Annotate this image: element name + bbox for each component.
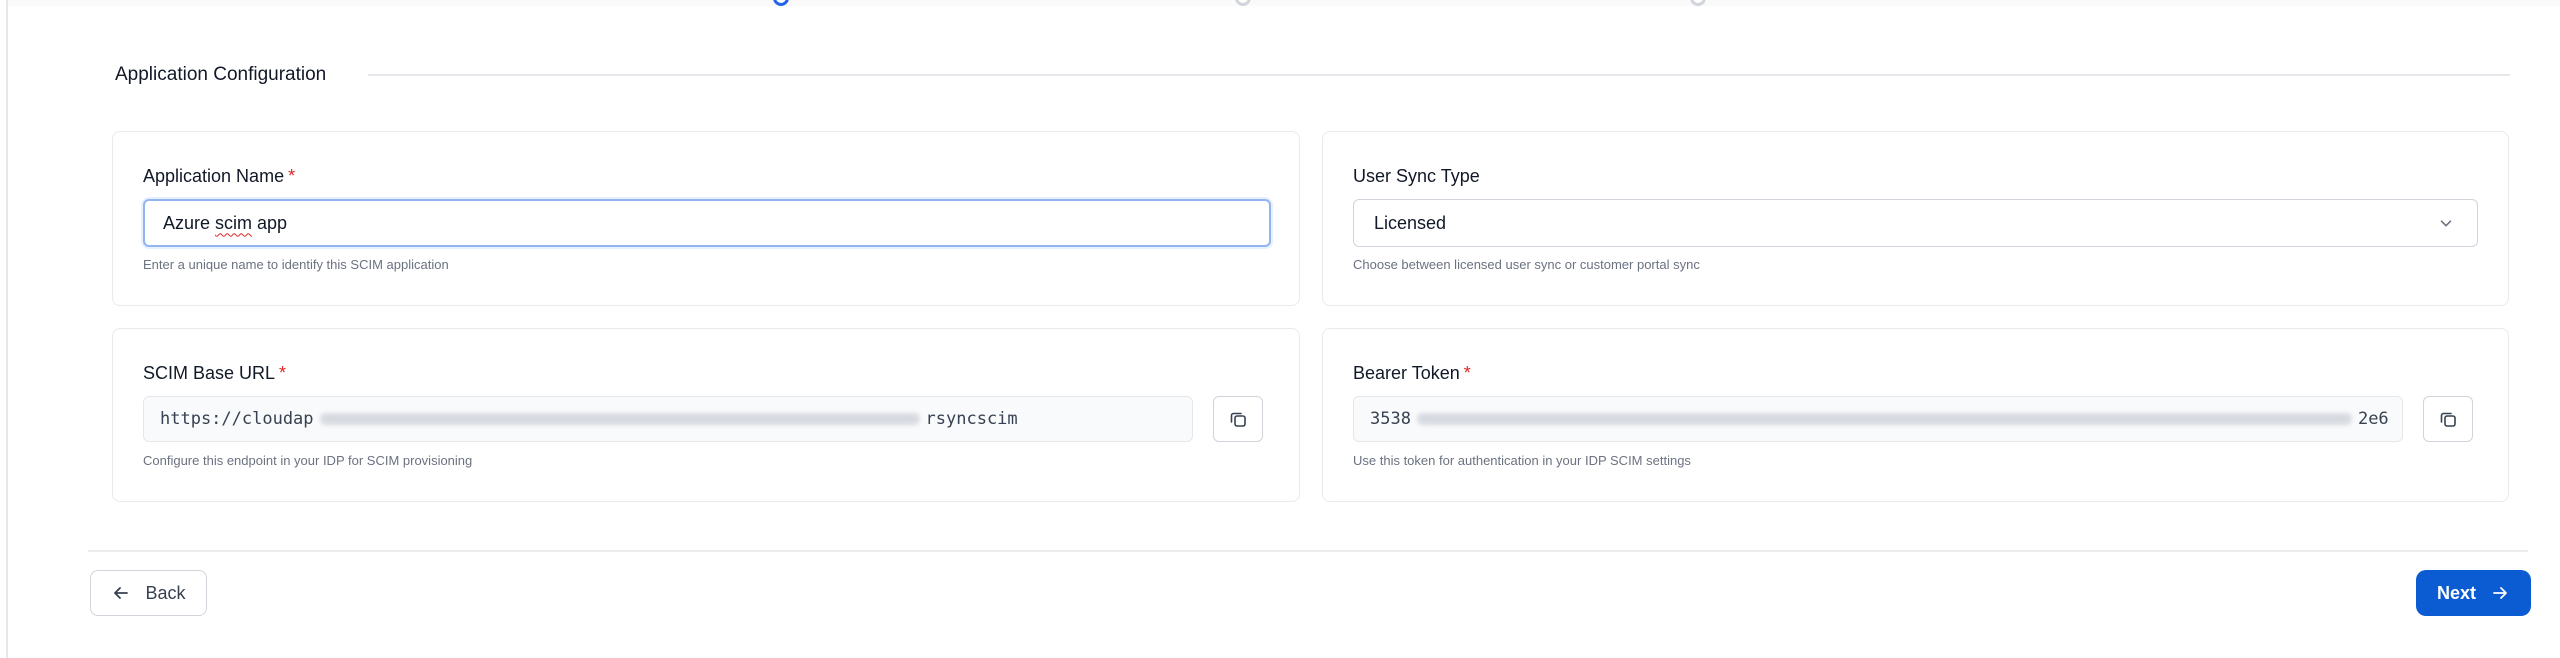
bearer-token-value-start: 3538: [1370, 409, 1411, 429]
bearer-token-label: Bearer Token *: [1353, 363, 1471, 384]
scim-base-url-helper: Configure this endpoint in your IDP for …: [143, 453, 473, 468]
arrow-right-icon: [2493, 587, 2507, 599]
user-sync-type-selected: Licensed: [1374, 212, 1447, 233]
user-sync-type-label: User Sync Type: [1353, 166, 1480, 186]
bearer-token-value-end: 2e6: [2357, 409, 2389, 429]
stepper-step-indicator: [773, 0, 789, 6]
redacted-text: [1416, 413, 2352, 425]
bearer-token-helper: Use this token for authentication in you…: [1353, 453, 1691, 468]
stepper-step-indicator: [1235, 0, 1251, 6]
copy-bearer-token-button[interactable]: [2423, 396, 2473, 442]
user-sync-type-helper: Choose between licensed user sync or cus…: [1353, 257, 1700, 272]
stepper-strip: [8, 0, 2560, 6]
bearer-token-label-text: Bearer Token: [1353, 363, 1460, 383]
application-name-label-text: Application Name: [143, 166, 285, 186]
scim-base-url-value-end: rsyncscim: [925, 409, 1018, 429]
scim-base-url-label-text: SCIM Base URL: [143, 363, 276, 383]
back-button-label: Back: [145, 582, 186, 603]
stepper-step-indicator: [1690, 0, 1706, 6]
required-marker: *: [279, 363, 287, 383]
back-button[interactable]: Back: [90, 570, 207, 616]
copy-icon: [2440, 412, 2456, 427]
scim-base-url-field[interactable]: https://cloudap rsyncscim: [143, 396, 1193, 442]
bearer-token-field[interactable]: 3538 2e6: [1353, 396, 2403, 442]
bearer-token-card: Bearer Token * 3538 2e6 Use this token fo…: [1322, 328, 2509, 502]
application-name-card: Application Name * Azure scim app Enter a…: [112, 131, 1300, 306]
copy-icon: [1230, 412, 1246, 427]
footer-divider: [88, 550, 2528, 552]
next-button-label: Next: [2436, 582, 2476, 603]
application-name-input[interactable]: Azure scim app: [143, 199, 1271, 247]
application-name-value-suffix: app: [252, 212, 288, 233]
section-header: Application Configuration: [115, 60, 2510, 90]
redacted-text: [319, 413, 920, 425]
spellcheck-flagged-word: scim: [215, 212, 253, 233]
user-sync-type-card: User Sync Type Licensed Choose between l…: [1322, 131, 2509, 306]
scim-base-url-value-start: https://cloudap: [160, 409, 314, 429]
section-divider: [368, 74, 2510, 76]
arrow-left-icon: [114, 587, 129, 599]
application-name-helper: Enter a unique name to identify this SCI…: [143, 257, 449, 272]
application-name-value-prefix: Azure: [163, 212, 216, 233]
next-button[interactable]: Next: [2416, 570, 2531, 616]
page-left-border: [6, 0, 8, 658]
scim-base-url-label: SCIM Base URL *: [143, 363, 286, 384]
user-sync-type-select[interactable]: Licensed: [1353, 199, 2478, 247]
required-marker: *: [288, 166, 296, 186]
required-marker: *: [1463, 363, 1471, 383]
application-name-label: Application Name *: [143, 166, 295, 187]
copy-scim-url-button[interactable]: [1213, 396, 1263, 442]
scim-base-url-card: SCIM Base URL * https://cloudap rsyncscim…: [112, 328, 1300, 502]
chevron-down-icon: [2440, 220, 2452, 227]
section-title: Application Configuration: [115, 64, 327, 85]
